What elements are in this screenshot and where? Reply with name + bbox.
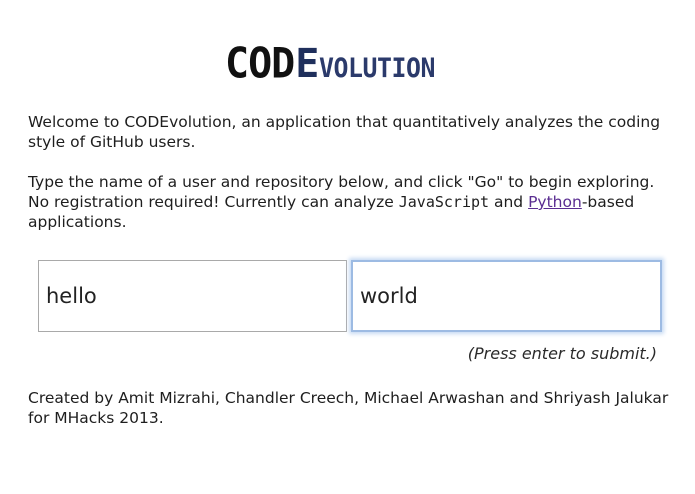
logo-e-text: E [295, 41, 319, 87]
page: COD E VOLUTION Welcome to CODEvolution, an… [0, 0, 695, 494]
logo-code-text: COD [225, 39, 295, 89]
python-link[interactable]: Python [528, 193, 582, 211]
logo-volution-text: VOLUTION [319, 53, 436, 84]
credits-paragraph: Created by Amit Mizrahi, Chandler Creech… [28, 389, 669, 427]
username-input[interactable] [38, 260, 347, 332]
intro-paragraph: Welcome to CODEvolution, an application … [28, 113, 661, 151]
instructions-paragraph: Type the name of a user and repository b… [28, 172, 673, 232]
javascript-label: JavaScript [398, 193, 490, 211]
codevolution-logo: COD E VOLUTION [225, 39, 445, 89]
repository-input[interactable] [351, 260, 662, 332]
submit-hint: (Press enter to submit.) [467, 344, 657, 363]
instructions-and: and [489, 193, 529, 211]
